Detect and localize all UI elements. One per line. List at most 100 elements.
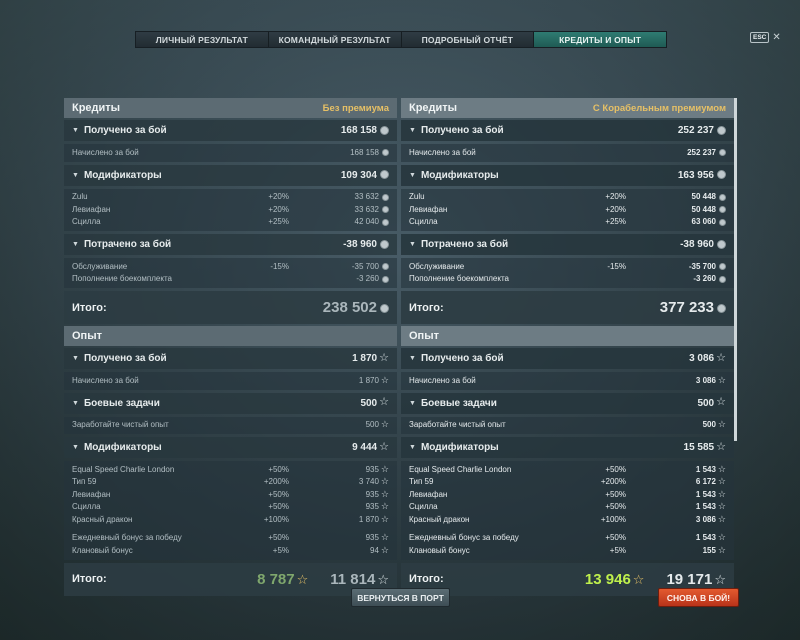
triangle-down-icon: ▼ bbox=[409, 355, 416, 362]
row-name: Обслуживание bbox=[409, 261, 465, 271]
total-label: Итого: bbox=[409, 301, 444, 314]
section-tasks: ▼ Боевые задачи 500 ☆ bbox=[401, 392, 734, 414]
section-modifiers: ▼ Модификаторы 15 585 ☆ bbox=[401, 437, 734, 458]
row-percent: +25% bbox=[268, 217, 289, 227]
xp-star-icon: ☆ bbox=[379, 351, 389, 364]
section-header-received[interactable]: ▼ Получено за бой 252 237 bbox=[401, 120, 734, 141]
xp-star-icon: ☆ bbox=[717, 374, 726, 385]
list-item: Левиафан +50% 935 ☆ bbox=[64, 488, 397, 501]
list-item: Клановый бонус +5% 94 ☆ bbox=[64, 544, 397, 557]
list-item: Сцилла +25% 42 040 bbox=[64, 216, 397, 229]
xp-header: Опыт bbox=[64, 326, 397, 346]
xp-star-icon: ☆ bbox=[377, 572, 389, 588]
credits-icon bbox=[380, 303, 389, 313]
section-rows-spent: Обслуживание -15% -35 700 Пополнение боеком… bbox=[64, 258, 397, 288]
row-name: Zulu bbox=[72, 192, 88, 202]
row-value: 50 448 bbox=[626, 192, 726, 201]
xp-star-icon: ☆ bbox=[380, 488, 389, 499]
section-header-tasks[interactable]: ▼ Боевые задачи 500 ☆ bbox=[401, 393, 734, 414]
value-text: -3 260 bbox=[693, 274, 716, 284]
total-value: 377 233 bbox=[660, 299, 726, 316]
esc-key-label: ESC bbox=[750, 32, 770, 43]
section-header-spent[interactable]: ▼ Потрачено за бой -38 960 bbox=[64, 234, 397, 255]
scrollbar[interactable] bbox=[734, 98, 737, 441]
tab-team-result[interactable]: КОМАНДНЫЙ РЕЗУЛЬТАТ bbox=[268, 32, 402, 47]
row-value: 1 870 ☆ bbox=[289, 514, 389, 524]
credits-icon bbox=[719, 263, 726, 271]
row-value: 3 086 ☆ bbox=[626, 374, 726, 385]
row-value: 1 543 ☆ bbox=[626, 488, 726, 499]
section-label: Получено за бой bbox=[420, 125, 504, 136]
return-to-port-button[interactable]: ВЕРНУТЬСЯ В ПОРТ bbox=[351, 588, 450, 607]
battle-again-button[interactable]: СНОВА В БОЙ! bbox=[658, 588, 739, 607]
value-text: 1 543 bbox=[695, 533, 716, 543]
section-header-modifiers[interactable]: ▼ Модификаторы 163 956 bbox=[401, 165, 734, 186]
section-rows-modifiers: Equal Speed Charlie London +50% 1 543 ☆ Тип … bbox=[401, 461, 734, 560]
credits-icon bbox=[380, 125, 389, 135]
section-header-received[interactable]: ▼ Получено за бой 168 158 bbox=[64, 120, 397, 141]
section-header-spent[interactable]: ▼ Потрачено за бой -38 960 bbox=[401, 234, 734, 255]
triangle-down-icon: ▼ bbox=[72, 399, 79, 407]
section-value: 500 ☆ bbox=[360, 397, 389, 409]
tab-detailed-report[interactable]: ПОДРОБНЫЙ ОТЧЁТ bbox=[401, 32, 535, 47]
section-value: 252 237 bbox=[678, 125, 726, 136]
value-text: 1 543 bbox=[695, 489, 716, 499]
row-percent: +5% bbox=[272, 545, 289, 555]
row-value: 935 ☆ bbox=[289, 464, 389, 474]
value-text: 163 956 bbox=[677, 169, 714, 181]
row-name: Левиафан bbox=[409, 204, 448, 214]
credits-header: Кредиты С Корабельным премиумом bbox=[401, 98, 734, 118]
list-item: Пополнение боекомплекта -3 260 bbox=[64, 273, 397, 286]
value-text: 935 bbox=[365, 502, 379, 512]
section-header-received[interactable]: ▼ Получено за бой 3 086 ☆ bbox=[401, 348, 734, 369]
section-modifiers: ▼ Модификаторы 163 956 bbox=[401, 164, 734, 186]
value-text: 3 086 bbox=[695, 375, 716, 385]
list-item: Сцилла +50% 1 543 ☆ bbox=[401, 501, 734, 514]
list-item: Клановый бонус +5% 155 ☆ bbox=[401, 544, 734, 557]
xp-star-icon: ☆ bbox=[380, 374, 389, 385]
total-value: 238 502 bbox=[323, 299, 389, 316]
list-item: Левиафан +20% 50 448 bbox=[401, 203, 734, 216]
total-label: Итого: bbox=[72, 301, 107, 314]
credits-icon bbox=[717, 239, 726, 249]
triangle-down-icon: ▼ bbox=[72, 241, 79, 248]
section-header-received[interactable]: ▼ Получено за бой 1 870 ☆ bbox=[64, 348, 397, 369]
section-header-modifiers[interactable]: ▼ Модификаторы 9 444 ☆ bbox=[64, 437, 397, 458]
close-button[interactable]: ESC ✕ bbox=[750, 32, 781, 43]
value-text: -38 960 bbox=[343, 239, 377, 250]
list-item: Equal Speed Charlie London +50% 935 ☆ bbox=[64, 463, 397, 476]
tab-credits-and-xp[interactable]: КРЕДИТЫ И ОПЫТ bbox=[534, 32, 666, 47]
section-header-tasks[interactable]: ▼ Боевые задачи 500 ☆ bbox=[64, 393, 397, 414]
panel-title: Опыт bbox=[409, 330, 439, 342]
list-item: Тип 59 +200% 6 172 ☆ bbox=[401, 476, 734, 489]
section-rows-received: Начислено за бой 1 870 ☆ bbox=[64, 372, 397, 390]
section-value: 500 ☆ bbox=[697, 397, 726, 409]
xp-star-icon: ☆ bbox=[717, 488, 726, 499]
panel-title: Опыт bbox=[72, 330, 102, 342]
value-text: 33 632 bbox=[354, 192, 379, 202]
section-header-modifiers[interactable]: ▼ Модификаторы 15 585 ☆ bbox=[401, 437, 734, 458]
section-rows-modifiers: Zulu +20% 50 448 Левиафан +20% 50 448 Сцилла +2… bbox=[401, 188, 734, 231]
total-label: Итого: bbox=[409, 573, 444, 585]
section-tasks: ▼ Боевые задачи 500 ☆ bbox=[64, 392, 397, 414]
section-header-modifiers[interactable]: ▼ Модификаторы 109 304 bbox=[64, 165, 397, 186]
row-name: Начислено за бой bbox=[409, 147, 476, 157]
xp-star-icon: ☆ bbox=[714, 572, 726, 588]
credits-header: Кредиты Без премиума bbox=[64, 98, 397, 118]
section-rows-modifiers: Equal Speed Charlie London +50% 935 ☆ Тип 59… bbox=[64, 461, 397, 560]
xp-star-icon: ☆ bbox=[717, 513, 726, 524]
section-rows-received: Начислено за бой 168 158 bbox=[64, 144, 397, 162]
value-text: 1 543 bbox=[695, 502, 716, 512]
row-name: Заработайте чистый опыт bbox=[409, 420, 506, 430]
row-name: Клановый бонус bbox=[72, 545, 133, 555]
section-label: Получено за бой bbox=[83, 125, 167, 136]
triangle-down-icon: ▼ bbox=[409, 444, 416, 451]
row-value: 168 158 bbox=[289, 148, 389, 157]
row-name: Красный дракон bbox=[409, 514, 470, 524]
credits-icon bbox=[719, 218, 726, 226]
section-label: Получено за бой bbox=[83, 353, 167, 364]
xp-star-icon: ☆ bbox=[717, 544, 726, 555]
value-text: 15 585 bbox=[683, 442, 715, 453]
section-modifiers: ▼ Модификаторы 9 444 ☆ bbox=[64, 437, 397, 458]
tab-personal-result[interactable]: ЛИЧНЫЙ РЕЗУЛЬТАТ bbox=[136, 32, 269, 47]
